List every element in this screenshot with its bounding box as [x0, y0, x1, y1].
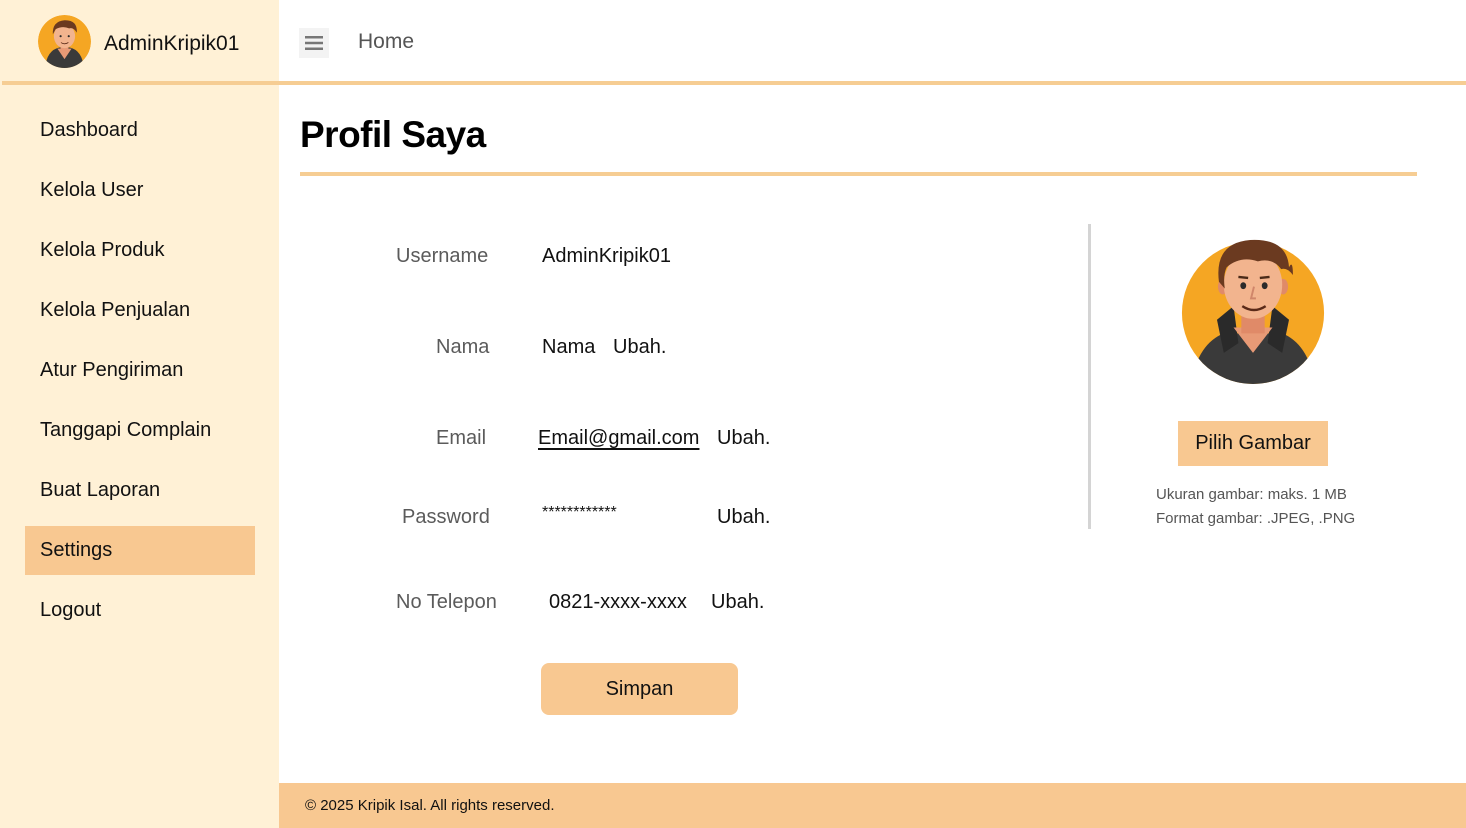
top-bar: Home [279, 0, 1466, 82]
email-label: Email [436, 427, 487, 449]
menu-toggle-button[interactable] [299, 28, 329, 58]
sidebar-item-atur-pengiriman[interactable]: Atur Pengiriman [25, 346, 255, 395]
sidebar-item-buat-laporan[interactable]: Buat Laporan [25, 466, 255, 515]
phone-label: No Telepon [396, 591, 497, 613]
image-format-hint: Format gambar: .JPEG, .PNG [1156, 510, 1356, 527]
page-title: Profil Saya [300, 114, 486, 155]
sidebar-item-kelola-produk[interactable]: Kelola Produk [25, 226, 255, 275]
vertical-divider [1088, 224, 1091, 529]
image-size-hint: Ukuran gambar: maks. 1 MB [1156, 486, 1347, 503]
sidebar-item-tanggapi-complain[interactable]: Tanggapi Complain [25, 406, 255, 455]
phone-edit-link[interactable]: Ubah. [711, 591, 764, 614]
nama-label: Nama [436, 336, 490, 358]
sidebar-item-kelola-penjualan[interactable]: Kelola Penjualan [25, 286, 255, 335]
sidebar-item-dashboard[interactable]: Dashboard [25, 106, 255, 155]
avatar[interactable] [38, 15, 91, 68]
email-value[interactable]: Email@gmail.com [538, 427, 699, 450]
save-button[interactable]: Simpan [541, 663, 738, 715]
avatar-icon [38, 15, 91, 68]
breadcrumb-home[interactable]: Home [358, 30, 414, 54]
sidebar-header: AdminKripik01 [0, 0, 279, 82]
hamburger-menu-icon [305, 36, 323, 50]
sidebar-item-settings[interactable]: Settings [25, 526, 255, 575]
sidebar-nav: Dashboard Kelola User Kelola Produk Kelo… [25, 106, 255, 646]
nama-edit-link[interactable]: Ubah. [613, 336, 666, 359]
nama-value: Nama [542, 336, 596, 358]
password-edit-link[interactable]: Ubah. [717, 506, 770, 529]
footer: © 2025 Kripik Isal. All rights reserved. [279, 783, 1466, 828]
email-edit-link[interactable]: Ubah. [717, 427, 770, 450]
header-divider [2, 81, 1466, 85]
sidebar-item-kelola-user[interactable]: Kelola User [25, 166, 255, 215]
username-value: AdminKripik01 [542, 245, 671, 267]
title-divider [300, 172, 1417, 176]
choose-image-button[interactable]: Pilih Gambar [1178, 421, 1328, 466]
sidebar-item-logout[interactable]: Logout [25, 586, 255, 635]
profile-avatar-icon [1181, 239, 1325, 384]
phone-value: 0821-xxxx-xxxx [549, 591, 687, 613]
admin-username: AdminKripik01 [104, 32, 240, 55]
profile-picture [1180, 236, 1326, 386]
password-label: Password [402, 506, 490, 528]
copyright-text: © 2025 Kripik Isal. All rights reserved. [305, 797, 555, 814]
password-value: ************ [542, 504, 617, 521]
sidebar: AdminKripik01 Dashboard Kelola User Kelo… [0, 0, 279, 828]
username-label: Username [396, 245, 489, 267]
